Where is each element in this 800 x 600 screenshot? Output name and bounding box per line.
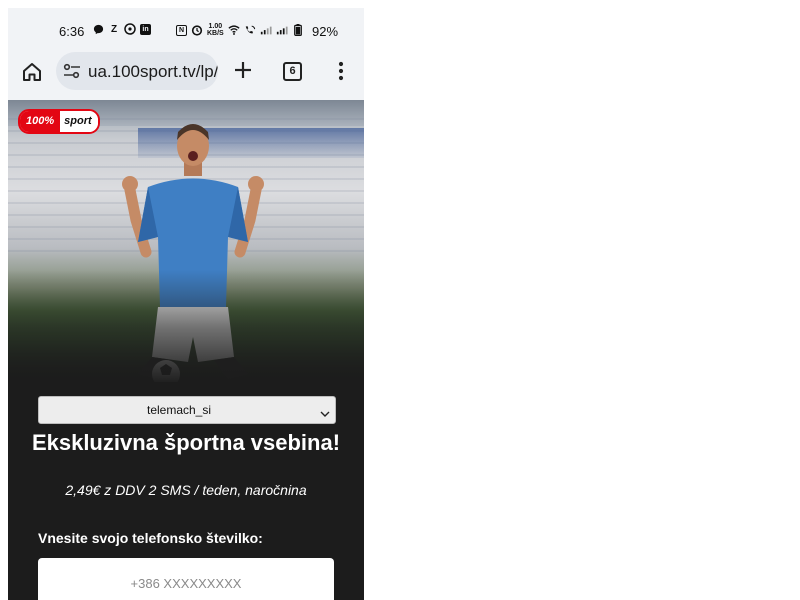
system-icons: N 1.00 KB/S [176, 23, 304, 37]
hero-fade-overlay [8, 270, 364, 385]
hero-banner: 100% sport [8, 100, 364, 385]
home-button[interactable] [20, 60, 44, 84]
battery-icon [292, 24, 304, 36]
site-settings-icon[interactable] [63, 63, 81, 79]
tab-switcher-button[interactable]: 6 [283, 62, 302, 81]
wifi-calling-icon [244, 24, 256, 36]
operator-select[interactable]: telemach_si [38, 396, 336, 424]
operator-selected-value: telemach_si [146, 403, 212, 417]
logo-sport-text: sport [60, 111, 98, 132]
plus-icon [235, 62, 251, 78]
new-tab-button[interactable] [232, 59, 254, 81]
browser-toolbar: ua.100sport.tv/lp/ 6 [8, 48, 364, 100]
eye-circle-icon [124, 23, 136, 35]
address-bar[interactable]: ua.100sport.tv/lp/ [56, 52, 218, 90]
home-icon [23, 63, 41, 81]
status-bar: 6:36 Z in N 1.00 KB/S 92% [8, 8, 364, 48]
nfc-icon: N [176, 24, 187, 36]
logo-percent-text: 100% [20, 111, 61, 132]
status-time: 6:36 [59, 24, 85, 39]
browser-menu-button[interactable] [330, 60, 352, 82]
z-app-icon: Z [110, 23, 118, 35]
messenger-icon [92, 23, 104, 35]
linkedin-icon: in [140, 23, 151, 35]
more-vertical-icon [338, 61, 344, 81]
url-text[interactable]: ua.100sport.tv/lp/ [88, 62, 218, 82]
signal-icon-2 [276, 24, 288, 36]
phone-screen: 6:36 Z in N 1.00 KB/S 92% ua.100sport.tv… [8, 8, 364, 600]
notification-icons: Z in [92, 23, 151, 35]
phone-field-label: Vnesite svojo telefonsko številko: [38, 530, 263, 546]
network-speed: 1.00 KB/S [207, 23, 224, 37]
alarm-icon [191, 24, 203, 36]
phone-number-input[interactable] [38, 558, 334, 600]
battery-percent: 92% [312, 24, 339, 39]
signal-icon-1 [260, 24, 272, 36]
brand-logo: 100% sport [18, 109, 100, 134]
wifi-icon [228, 24, 240, 36]
price-info: 2,49€ z DDV 2 SMS / teden, naročnina [65, 482, 307, 498]
chevron-down-icon [320, 405, 330, 417]
page-headline: Ekskluzivna športna vsebina! [31, 430, 341, 455]
